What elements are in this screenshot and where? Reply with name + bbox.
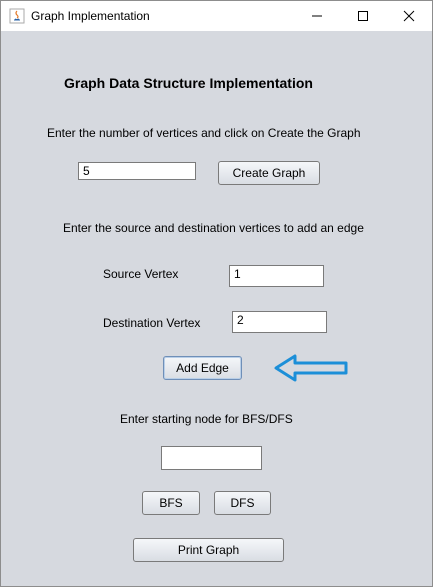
close-button[interactable] (386, 1, 432, 31)
maximize-icon (358, 11, 368, 21)
vertices-input[interactable]: 5 (78, 162, 196, 180)
bfs-button[interactable]: BFS (142, 491, 200, 515)
content-panel: Graph Data Structure Implementation Ente… (1, 31, 432, 586)
page-title: Graph Data Structure Implementation (64, 75, 313, 91)
start-node-prompt: Enter starting node for BFS/DFS (120, 412, 293, 426)
print-graph-button[interactable]: Print Graph (133, 538, 284, 562)
vertices-prompt: Enter the number of vertices and click o… (47, 126, 361, 140)
edge-prompt: Enter the source and destination vertice… (63, 221, 364, 235)
start-node-input[interactable] (161, 446, 262, 470)
destination-vertex-input[interactable]: 2 (232, 311, 327, 333)
window-title: Graph Implementation (31, 9, 150, 23)
maximize-button[interactable] (340, 1, 386, 31)
app-window: Graph Implementation Graph Data Structur… (0, 0, 433, 587)
pointer-arrow-icon (274, 354, 348, 382)
minimize-icon (312, 15, 322, 17)
title-bar: Graph Implementation (1, 1, 432, 31)
add-edge-button[interactable]: Add Edge (163, 356, 242, 380)
source-vertex-input[interactable]: 1 (229, 265, 324, 287)
destination-vertex-label: Destination Vertex (103, 316, 201, 330)
close-icon (403, 10, 415, 22)
minimize-button[interactable] (294, 1, 340, 31)
create-graph-button[interactable]: Create Graph (218, 161, 320, 185)
dfs-button[interactable]: DFS (214, 491, 271, 515)
source-vertex-label: Source Vertex (103, 267, 179, 281)
java-app-icon (9, 8, 25, 24)
